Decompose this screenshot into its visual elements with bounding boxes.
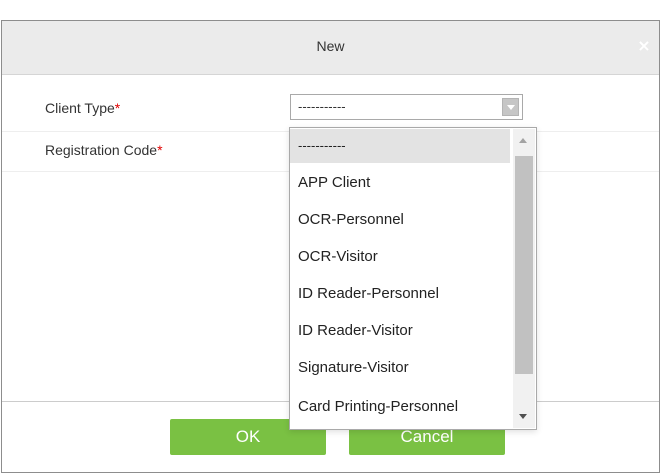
client-type-label: Client Type* <box>45 100 120 116</box>
scroll-down-arrow-icon[interactable] <box>519 414 527 419</box>
scroll-up-arrow-icon[interactable] <box>519 138 527 143</box>
client-type-dropdown-list[interactable]: ----------- APP Client OCR-Personnel OCR… <box>289 127 537 430</box>
registration-code-label: Registration Code* <box>45 142 163 158</box>
close-icon[interactable]: × <box>635 35 653 57</box>
dropdown-option-app-client[interactable]: APP Client <box>290 166 510 200</box>
client-type-select-value: ----------- <box>298 99 346 114</box>
scrollbar-thumb[interactable] <box>515 156 533 374</box>
dropdown-option-card-printing-personnel[interactable]: Card Printing-Personnel <box>290 390 510 424</box>
dropdown-option-ocr-visitor[interactable]: OCR-Visitor <box>290 240 510 274</box>
client-type-label-text: Client Type <box>45 100 115 116</box>
dialog-title: New <box>316 38 345 54</box>
required-asterisk: * <box>114 100 121 116</box>
dropdown-option-ocr-personnel[interactable]: OCR-Personnel <box>290 203 510 237</box>
registration-code-label-text: Registration Code <box>45 142 158 158</box>
dropdown-option-none[interactable]: ----------- <box>290 129 510 163</box>
client-type-row: Client Type* ----------- <box>2 91 659 132</box>
dropdown-option-id-reader-visitor[interactable]: ID Reader-Visitor <box>290 314 510 348</box>
required-asterisk: * <box>157 142 163 158</box>
chevron-down-icon[interactable] <box>502 98 519 116</box>
dropdown-option-id-reader-personnel[interactable]: ID Reader-Personnel <box>290 277 510 311</box>
dropdown-option-signature-visitor[interactable]: Signature-Visitor <box>290 351 510 385</box>
backdrop <box>0 0 660 20</box>
client-type-select[interactable]: ----------- <box>290 94 523 120</box>
dropdown-scrollbar[interactable] <box>513 129 535 428</box>
dialog-title-bar: New × <box>2 21 659 75</box>
